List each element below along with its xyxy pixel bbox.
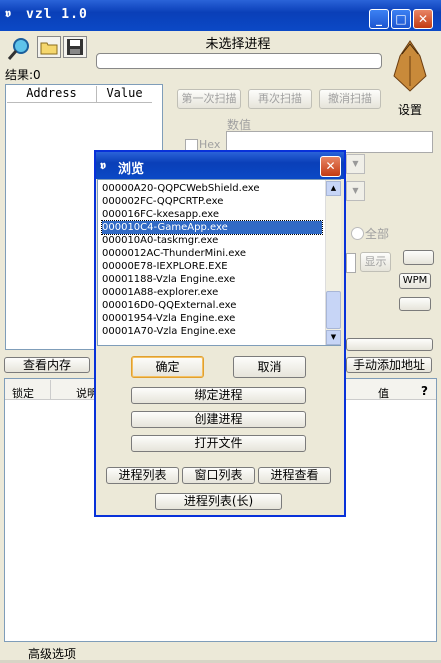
progress-bar [96,53,382,69]
scan-option-button-2[interactable] [399,297,431,311]
process-list-item[interactable]: 00001A88-explorer.exe [102,286,322,299]
all-radio[interactable] [351,227,364,240]
process-list-item[interactable]: 00001188-Vzla Engine.exe [102,273,322,286]
process-list-item[interactable]: 000010C4-GameApp.exe [101,220,323,235]
process-list-item[interactable]: 0000012AC-ThunderMini.exe [102,247,322,260]
col-address[interactable]: Address [7,86,97,103]
window-list-button[interactable]: 窗口列表 [182,467,255,484]
app-logo-icon: 𝖛 [5,6,11,20]
window-title: vzl 1.0 [26,7,88,22]
process-list-item[interactable]: 00001954-Vzla Engine.exe [102,312,322,325]
settings-label[interactable]: 设置 [398,101,422,118]
value-type-dropdown-arrow[interactable]: ▼ [346,181,365,201]
process-list-item[interactable]: 000010A0-taskmgr.exe [102,234,322,247]
next-scan-button[interactable]: 再次扫描 [248,89,312,109]
process-list[interactable]: 00000A20-QQPCWebShield.exe 000002FC-QQPCR… [97,179,341,346]
results-count: 结果:0 [5,68,41,82]
scan-option-button[interactable] [403,250,434,265]
header-divider [50,380,51,399]
view-memory-button[interactable]: 查看内存 [4,357,90,373]
close-button[interactable]: ✕ [413,9,433,29]
col-value-bottom[interactable]: 值 [378,385,389,401]
col-lock[interactable]: 锁定 [12,385,34,401]
process-list-item[interactable]: 00000E78-IEXPLORE.EXE [102,260,322,273]
process-list-item[interactable]: 000002FC-QQPCRTP.exe [102,195,322,208]
process-list-item[interactable]: 000016D0-QQExternal.exe [102,299,322,312]
bind-process-button[interactable]: 绑定进程 [131,387,306,404]
process-list-item[interactable]: 00000A20-QQPCWebShield.exe [102,182,322,195]
open-file-icon[interactable] [37,36,61,58]
process-list-item[interactable]: 000016FC-kxesapp.exe [102,208,322,221]
maximize-button[interactable]: □ [391,9,411,29]
undo-scan-button[interactable]: 撤消扫描 [319,89,381,109]
memory-range-input[interactable] [346,253,356,273]
all-option-label: 全部 [365,227,390,241]
process-label: 未选择进程 [205,37,271,52]
open-process-icon[interactable] [6,36,32,62]
scan-type-dropdown-arrow[interactable]: ▼ [346,154,365,174]
dialog-logo-icon: 𝖛 [100,158,106,172]
first-scan-button[interactable]: 第一次扫描 [177,89,241,109]
process-view-button[interactable]: 进程查看 [258,467,331,484]
scroll-thumb[interactable] [326,291,341,329]
cancel-button[interactable]: 取消 [233,356,306,378]
ok-button[interactable]: 确定 [131,356,204,378]
process-list-item[interactable]: 00001A70-Vzla Engine.exe [102,325,322,338]
show-button[interactable]: 显示 [360,252,391,272]
dialog-close-button[interactable]: ✕ [320,156,341,177]
open-file-button[interactable]: 打开文件 [131,435,306,452]
manual-add-button[interactable]: 手动添加地址 [346,357,432,373]
save-icon[interactable] [63,36,87,58]
scroll-up-icon[interactable]: ▲ [326,181,341,196]
dialog-title: 浏览 [118,162,145,177]
create-process-button[interactable]: 创建进程 [131,411,306,428]
minimize-button[interactable]: _ [369,9,389,29]
settings-logo-icon[interactable] [390,36,430,96]
scroll-down-icon[interactable]: ▼ [326,330,341,345]
help-icon[interactable]: ? [421,384,428,398]
process-list-long-button[interactable]: 进程列表(长) [155,493,282,510]
col-value[interactable]: Value [97,86,152,103]
process-list-button[interactable]: 进程列表 [106,467,179,484]
scan-option-button-3[interactable] [346,338,433,351]
wpm-button[interactable]: WPM [399,273,431,289]
